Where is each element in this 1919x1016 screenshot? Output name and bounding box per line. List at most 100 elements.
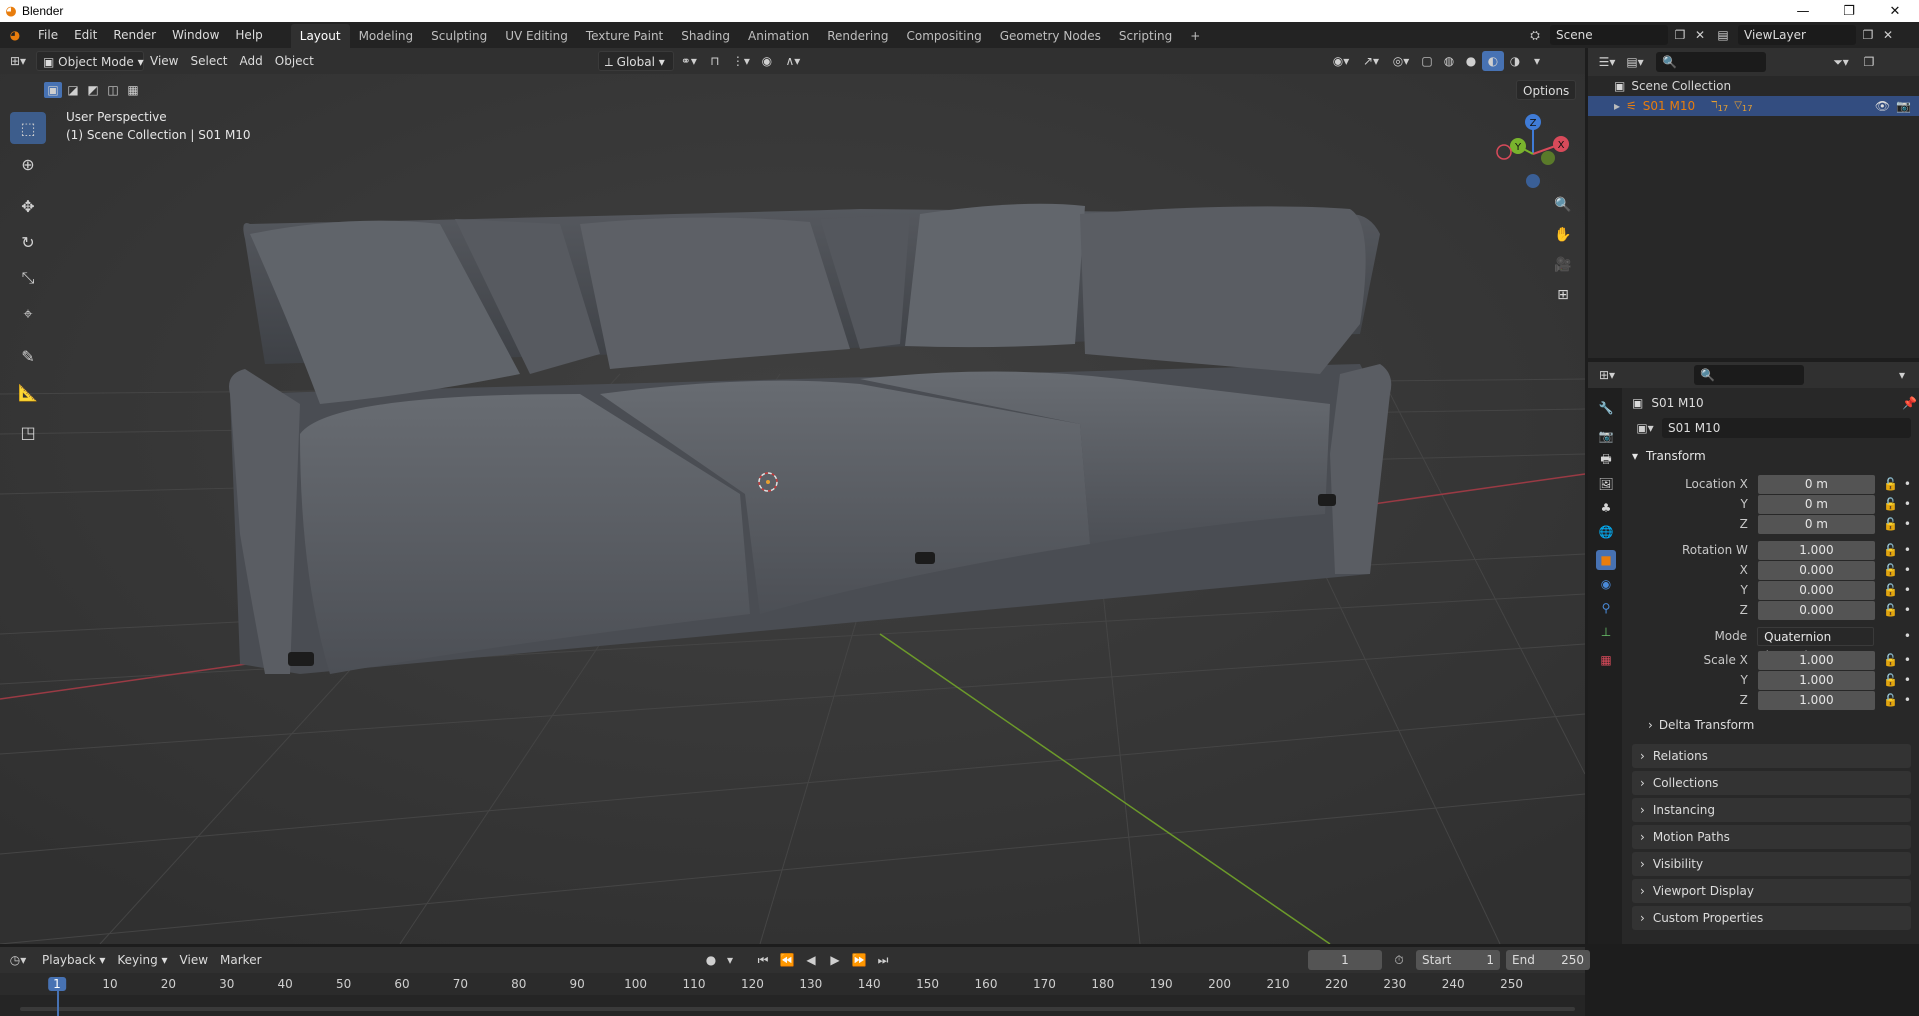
proportional-edit-icon[interactable]: ◉ bbox=[756, 51, 778, 71]
restore-button[interactable]: ❐ bbox=[1826, 0, 1872, 22]
new-scene-icon[interactable]: ❐ bbox=[1672, 25, 1688, 45]
blender-menu-icon[interactable]: ◕ bbox=[0, 25, 30, 45]
pan-hand-icon[interactable]: ✋ bbox=[1550, 222, 1576, 248]
lock-icon[interactable]: 🔓 bbox=[1883, 543, 1898, 557]
keyframe-dot-icon[interactable]: • bbox=[1904, 477, 1911, 491]
rotation-z-field[interactable]: 0.000 bbox=[1757, 600, 1875, 620]
scene-tab-icon[interactable]: ♣ bbox=[1596, 498, 1616, 518]
menu-window[interactable]: Window bbox=[164, 22, 227, 48]
keyframe-dot-icon[interactable]: • bbox=[1904, 563, 1911, 577]
new-collection-icon[interactable]: ❐ bbox=[1858, 52, 1880, 72]
area-splitter[interactable] bbox=[1585, 48, 1588, 947]
scene-icon[interactable]: ⛭ bbox=[1524, 25, 1546, 45]
menu-timeline-view[interactable]: View bbox=[174, 950, 214, 970]
data-tab-icon[interactable]: ⊥ bbox=[1596, 622, 1616, 642]
xray-toggle-icon[interactable]: ▢ bbox=[1416, 51, 1438, 71]
3d-viewport[interactable]: Z X Y ▣ ◪ ◩ ◫ ▦ ⬚ ⊕ ✥ ↻ ⤡ ⌖ ✎ 📐 ◳ User P… bbox=[0, 74, 1585, 944]
object-name-field[interactable]: S01 M10 bbox=[1662, 418, 1911, 438]
transform-tool-icon[interactable]: ⌖ bbox=[10, 298, 46, 330]
prev-keyframe-icon[interactable]: ⏪ bbox=[776, 950, 798, 970]
lock-icon[interactable]: 🔓 bbox=[1883, 517, 1898, 531]
zoom-icon[interactable]: 🔍 bbox=[1550, 192, 1576, 218]
playhead-line[interactable] bbox=[57, 991, 59, 1016]
snap-target-icon[interactable]: ⋮▾ bbox=[726, 51, 756, 71]
keyframe-dot-icon[interactable]: • bbox=[1904, 603, 1911, 617]
viewlayer-icon[interactable]: ▤ bbox=[1712, 25, 1734, 45]
add-cube-tool-icon[interactable]: ◳ bbox=[10, 416, 46, 448]
keyframe-dot-icon[interactable]: • bbox=[1904, 673, 1911, 687]
timeline-editor-type-icon[interactable]: ◷▾ bbox=[0, 950, 36, 970]
jump-end-icon[interactable]: ⏭ bbox=[872, 950, 894, 970]
filter-icon[interactable]: ⏷▾ bbox=[1830, 52, 1852, 72]
menu-file[interactable]: File bbox=[30, 22, 66, 48]
menu-select[interactable]: Select bbox=[184, 51, 233, 71]
delete-scene-icon[interactable]: ✕ bbox=[1692, 25, 1708, 45]
annotate-tool-icon[interactable]: ✎ bbox=[10, 340, 46, 372]
render-tab-icon[interactable]: 📷 bbox=[1596, 426, 1616, 446]
texture-tab-icon[interactable]: ▦ bbox=[1596, 650, 1616, 670]
select-new-icon[interactable]: ▣ bbox=[44, 82, 62, 98]
tab-texture-paint[interactable]: Texture Paint bbox=[577, 24, 672, 48]
tab-modeling[interactable]: Modeling bbox=[350, 24, 423, 48]
jump-start-icon[interactable]: ⏮ bbox=[752, 950, 774, 970]
location-z-field[interactable]: 0 m bbox=[1757, 514, 1875, 534]
object-browse-icon[interactable]: ▣▾ bbox=[1632, 418, 1658, 438]
select-difference-icon[interactable]: ◫ bbox=[104, 82, 122, 98]
rotation-w-field[interactable]: 1.000 bbox=[1757, 540, 1875, 560]
play-reverse-icon[interactable]: ◀ bbox=[800, 950, 822, 970]
delta-transform-subpanel[interactable]: › Delta Transform bbox=[1648, 718, 1754, 732]
transform-panel-header[interactable]: ▾ Transform bbox=[1632, 446, 1911, 466]
rotation-mode-dropdown[interactable]: Quaternion (WXYZ) ▾ bbox=[1757, 626, 1874, 663]
snap-icon[interactable]: ⊓ bbox=[704, 51, 726, 71]
expand-arrow-icon[interactable]: ▸ bbox=[1614, 99, 1620, 113]
material-shading-icon[interactable]: ◐ bbox=[1482, 51, 1504, 71]
render-camera-icon[interactable]: 📷 bbox=[1896, 99, 1911, 113]
record-options-icon[interactable]: ▾ bbox=[724, 950, 736, 970]
cursor-tool-icon[interactable]: ⊕ bbox=[10, 148, 46, 180]
display-mode-icon[interactable]: ▤▾ bbox=[1624, 52, 1646, 72]
scale-tool-icon[interactable]: ⤡ bbox=[10, 262, 46, 294]
tab-sculpting[interactable]: Sculpting bbox=[422, 24, 496, 48]
keyframe-dot-icon[interactable]: • bbox=[1904, 497, 1911, 511]
visibility-icon[interactable]: ◉▾ bbox=[1326, 51, 1356, 71]
lock-icon[interactable]: 🔓 bbox=[1883, 583, 1898, 597]
menu-keying[interactable]: Keying ▾ bbox=[111, 950, 173, 970]
delete-viewlayer-icon[interactable]: ✕ bbox=[1880, 25, 1896, 45]
outliner-search-input[interactable]: 🔍 bbox=[1656, 52, 1766, 72]
record-icon[interactable]: ● bbox=[700, 950, 722, 970]
tab-rendering[interactable]: Rendering bbox=[818, 24, 897, 48]
outliner-editor-type-icon[interactable]: ☰▾ bbox=[1596, 52, 1618, 72]
visibility-eye-icon[interactable]: 👁 bbox=[1875, 99, 1890, 113]
keyframe-dot-icon[interactable]: • bbox=[1904, 583, 1911, 597]
rotation-x-field[interactable]: 0.000 bbox=[1757, 560, 1875, 580]
measure-tool-icon[interactable]: 📐 bbox=[10, 376, 46, 408]
panel-custom-properties[interactable]: › Custom Properties bbox=[1632, 906, 1911, 930]
rotate-tool-icon[interactable]: ↻ bbox=[10, 226, 46, 258]
lock-icon[interactable]: 🔓 bbox=[1883, 563, 1898, 577]
next-keyframe-icon[interactable]: ⏩ bbox=[848, 950, 870, 970]
scale-x-field[interactable]: 1.000 bbox=[1757, 650, 1875, 670]
location-x-field[interactable]: 0 m bbox=[1757, 474, 1875, 494]
outliner-scene-collection-row[interactable]: ▣ Scene Collection bbox=[1588, 76, 1919, 96]
lock-icon[interactable]: 🔓 bbox=[1883, 497, 1898, 511]
tab-scripting[interactable]: Scripting bbox=[1110, 24, 1181, 48]
scene-selector[interactable]: Scene bbox=[1550, 25, 1668, 45]
keyframe-dot-icon[interactable]: • bbox=[1904, 653, 1911, 667]
panel-collections[interactable]: › Collections bbox=[1632, 771, 1911, 795]
lock-icon[interactable]: 🔓 bbox=[1883, 603, 1898, 617]
tab-layout[interactable]: Layout bbox=[290, 24, 350, 48]
world-tab-icon[interactable]: 🌐 bbox=[1596, 522, 1616, 542]
transform-orientation-selector[interactable]: ⟂ Global ▾ bbox=[597, 51, 674, 71]
preview-range-clock-icon[interactable]: ⏱ bbox=[1388, 950, 1410, 970]
properties-editor-type-icon[interactable]: ⊞▾ bbox=[1596, 365, 1618, 385]
menu-add[interactable]: Add bbox=[234, 51, 269, 71]
pin-icon[interactable]: 📌 bbox=[1902, 396, 1917, 410]
start-frame-field[interactable]: Start 1 bbox=[1416, 950, 1500, 970]
panel-visibility[interactable]: › Visibility bbox=[1632, 852, 1911, 876]
pivot-point-icon[interactable]: ⚭▾ bbox=[674, 51, 704, 71]
shading-options-icon[interactable]: ▾ bbox=[1526, 51, 1548, 71]
end-frame-field[interactable]: End 250 bbox=[1506, 950, 1590, 970]
rotation-y-field[interactable]: 0.000 bbox=[1757, 580, 1875, 600]
wireframe-shading-icon[interactable]: ◍ bbox=[1438, 51, 1460, 71]
select-box-tool-icon[interactable]: ⬚ bbox=[10, 112, 46, 144]
